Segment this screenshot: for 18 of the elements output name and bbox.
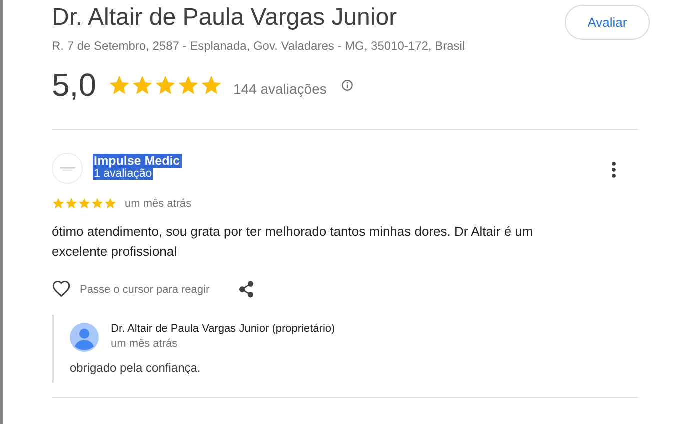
place-title: Dr. Altair de Paula Vargas Junior [52,3,398,33]
info-icon[interactable] [340,79,354,92]
avatar-icon [70,323,99,352]
review-text: ótimo atendimento, sou grata por ter melhorado tantos minhas dores. Dr Altair é um excelente profissional [52,223,534,261]
heart-icon[interactable] [52,280,71,299]
reply-text: obrigado pela confiança. [70,361,202,375]
reviewer-review-count: 1 avaliação [93,168,154,180]
more-icon[interactable] [611,161,617,179]
owner-name: Dr. Altair de Paula Vargas Junior (proprietário) [111,323,336,335]
reply-time: um mês atrás [111,338,178,350]
review-count[interactable]: 144 avaliações [233,80,327,96]
reviewer-name[interactable]: Impulse Medic [93,154,182,168]
share-icon[interactable] [238,281,254,298]
rate-button[interactable]: Avaliar [565,5,650,40]
react-hint: Passe o cursor para reagir [80,284,210,296]
place-address: R. 7 de Setembro, 2587 - Esplanada, Gov. Valadares - MG, 35010-172, Brasil [52,39,466,53]
rating-score: 5,0 [52,67,96,104]
review-time: um mês atrás [125,198,192,210]
